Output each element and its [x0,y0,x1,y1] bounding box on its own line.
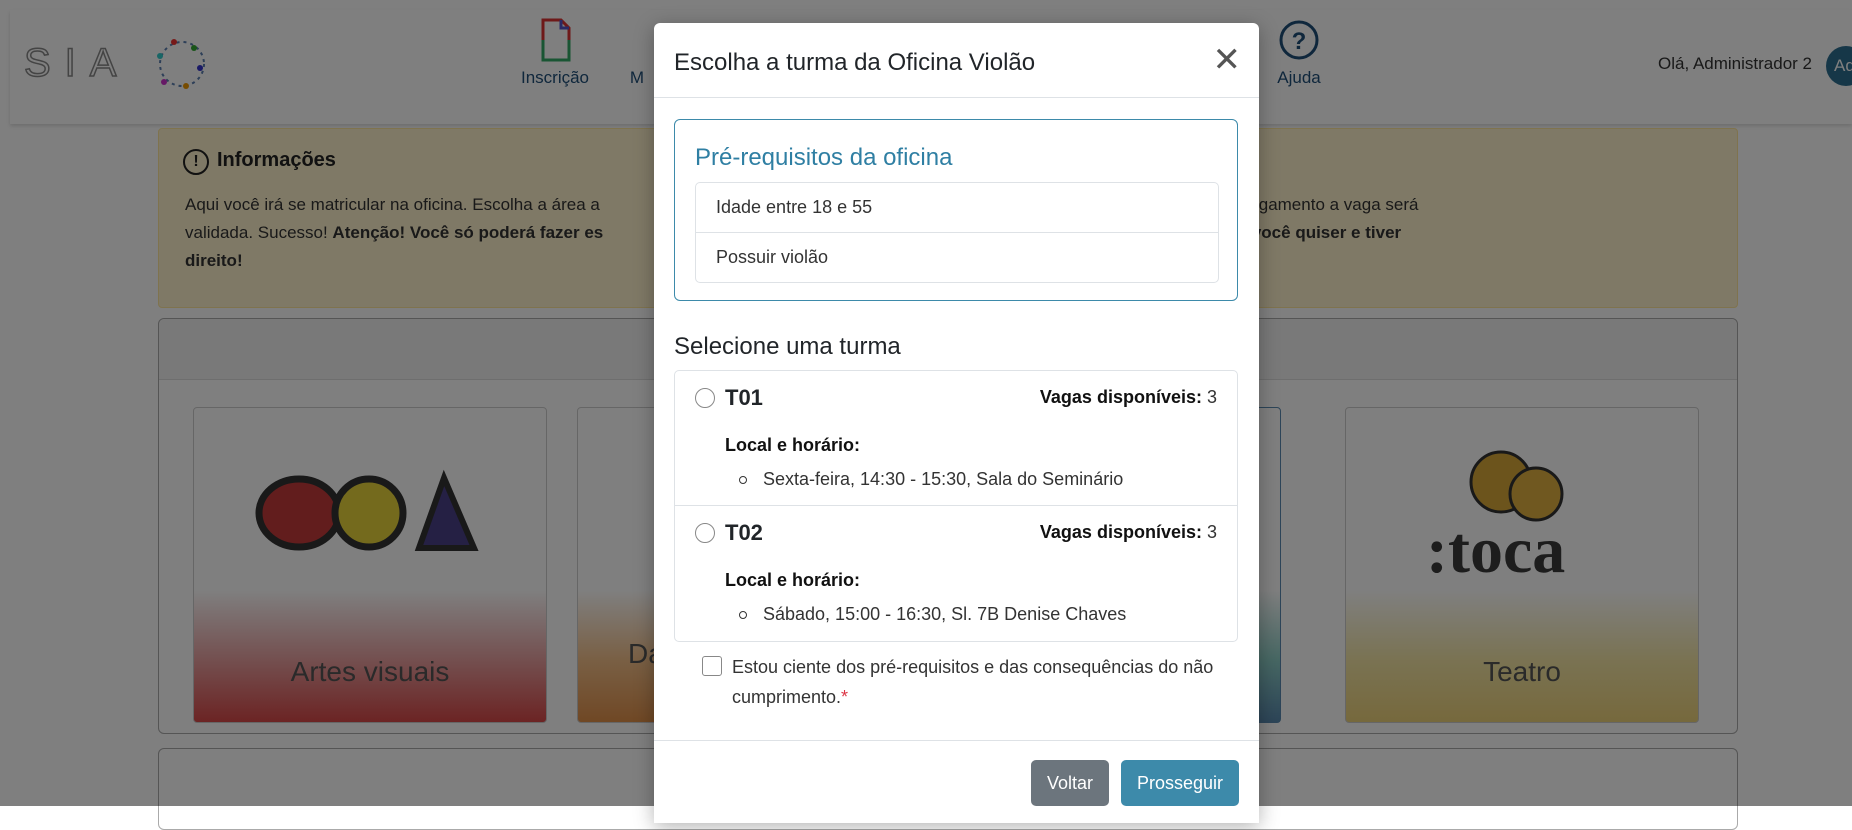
available-seats: Vagas disponíveis: 3 [1039,522,1217,542]
class-code: T01 [725,385,763,410]
schedule-label: Local e horário: [725,570,861,590]
class-list: T01 Vagas disponíveis: 3 Local e horário… [674,370,1238,642]
choose-class-modal: Escolha a turma da Oficina Violão ✕ Pré-… [654,23,1259,823]
class-option-t01[interactable]: T01 Vagas disponíveis: 3 Local e horário… [675,371,1237,506]
prerequisites-list: Idade entre 18 e 55 Possuir violão [695,182,1219,283]
proceed-button[interactable]: Prosseguir [1120,760,1239,806]
modal-header: Escolha a turma da Oficina Violão ✕ [654,23,1259,98]
prerequisites-title: Pré-requisitos da oficina [695,144,953,171]
class-radio[interactable] [695,388,715,408]
back-button[interactable]: Voltar [1030,760,1109,806]
schedule-label: Local e horário: [725,435,861,455]
acknowledge-checkbox[interactable] [702,656,722,676]
available-seats: Vagas disponíveis: 3 [1039,387,1217,407]
class-option-t02[interactable]: T02 Vagas disponíveis: 3 Local e horário… [675,506,1237,640]
list-item: Possuir violão [716,247,829,267]
schedule-item: Sexta-feira, 14:30 - 15:30, Sala do Semi… [738,469,1124,489]
select-class-heading: Selecione uma turma [674,333,901,360]
prerequisites-box: Pré-requisitos da oficina Idade entre 18… [674,119,1238,301]
required-asterisk: * [841,687,849,707]
modal-footer: Voltar Prosseguir [654,740,1259,821]
acknowledge-label[interactable]: Estou ciente dos pré-requisitos e das co… [732,652,1232,712]
modal-title: Escolha a turma da Oficina Violão [674,49,1036,76]
class-code: T02 [725,520,763,545]
list-item: Idade entre 18 e 55 [696,183,1218,233]
close-icon[interactable]: ✕ [1213,43,1242,77]
class-radio[interactable] [695,523,715,543]
schedule-item: Sábado, 15:00 - 16:30, Sl. 7B Denise Cha… [738,604,1127,624]
